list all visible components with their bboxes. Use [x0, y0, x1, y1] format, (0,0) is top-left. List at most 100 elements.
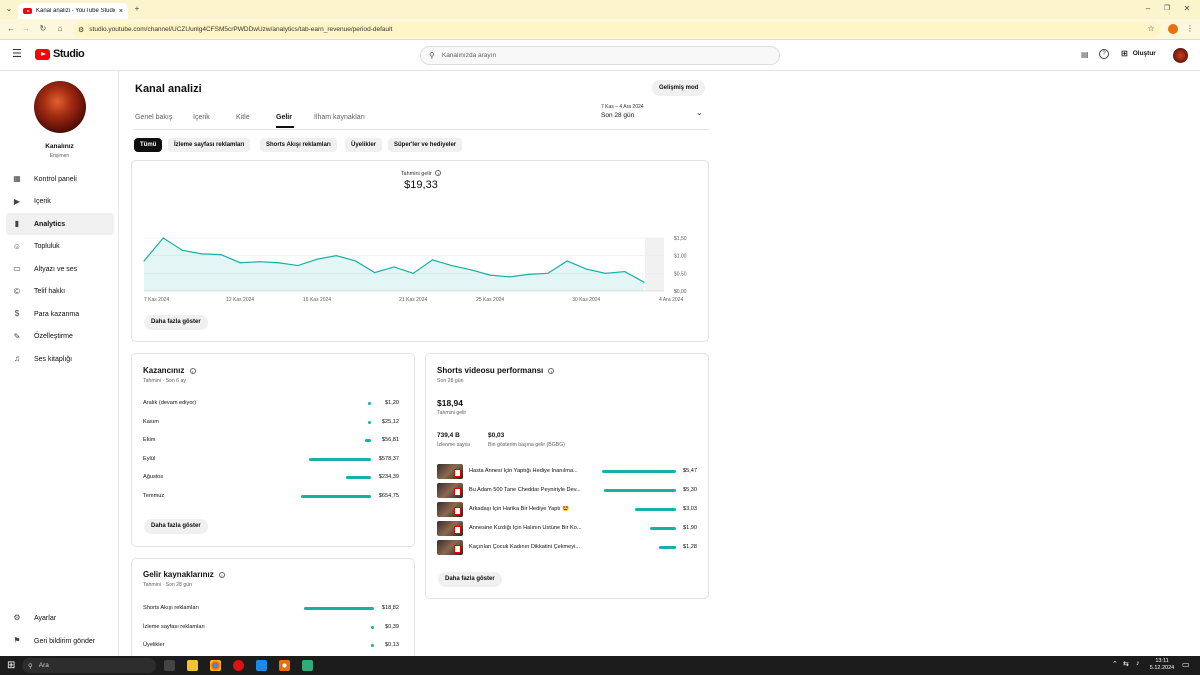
menu-kebab-icon[interactable]: ⋮ [1184, 23, 1196, 35]
filter-chip[interactable]: Shorts Akışı reklamları [260, 138, 337, 152]
shorts-title: Shorts videosu performansı i [437, 366, 555, 375]
show-more-button[interactable]: Daha fazla göster [144, 519, 208, 534]
clock[interactable]: 13:11 5.12.2024 [1148, 658, 1176, 672]
filter-chip[interactable]: İzleme sayfası reklamları [168, 138, 251, 152]
short-title[interactable]: Arkadaşı İçin Harika Bir Hediye Yaptı 🤩 [469, 506, 589, 512]
earnings-row-value: $578,37 [378, 455, 399, 462]
y-tick-label: $1,00 [674, 254, 687, 260]
back-icon[interactable]: ← [5, 23, 17, 35]
chrome-icon[interactable] [210, 660, 221, 671]
data-point [508, 276, 510, 278]
short-title[interactable]: Hasta Annesi İçin Yaptığı Hediye İnanılm… [469, 468, 589, 474]
show-more-button[interactable]: Daha fazla göster [438, 572, 502, 587]
sidebar-item-kontrol-paneli[interactable]: ▦ Kontrol paneli [6, 168, 114, 190]
short-thumbnail[interactable] [437, 540, 463, 555]
sidebar-item-feedback[interactable]: ⚑ Geri bildirim gönder [6, 630, 114, 652]
sidebar-item-label: Ses kitaplığı [34, 355, 73, 363]
sidebar-item-label: Kontrol paneli [34, 175, 77, 183]
sidebar-item-i-erik[interactable]: ▶ İçerik [6, 191, 114, 213]
x-tick-label: 4 Ara 2024 [659, 297, 683, 303]
create-button[interactable]: ⊞ Oluştur [1121, 49, 1156, 58]
youtube-logo-icon [35, 48, 50, 60]
tab-4[interactable]: İlham kaynakları [314, 114, 365, 121]
reload-icon[interactable]: ↻ [37, 23, 49, 35]
messages-icon[interactable]: ▤ [1081, 50, 1089, 59]
sidebar-item--zelle-tirme[interactable]: ✎ Özelleştirme [6, 326, 114, 348]
tab-0[interactable]: Genel bakış [135, 114, 172, 121]
app-icon-blue[interactable] [256, 660, 267, 671]
short-title[interactable]: Annesine Kızdığı İçin Halının Üstüne Bir… [469, 525, 589, 531]
search-input[interactable]: ⚲ Kanalınızda arayın [420, 46, 780, 65]
sidebar-item-altyaz-ve-ses[interactable]: ▭ Altyazı ve ses [6, 258, 114, 280]
site-info-icon[interactable]: ⚙ [78, 26, 84, 34]
period-selector[interactable]: Son 28 gün [601, 112, 634, 119]
restore-icon[interactable]: ❐ [1161, 3, 1173, 15]
chrome-active-icon[interactable] [279, 660, 290, 671]
sidebar-item-analytics[interactable]: ▮ Analytics [6, 213, 114, 235]
info-icon[interactable]: i [548, 367, 555, 374]
short-thumbnail[interactable] [437, 464, 463, 479]
filter-chip[interactable]: Tümü [134, 138, 163, 152]
sidebar-item-topluluk[interactable]: ☺ Topluluk [6, 236, 114, 258]
advanced-mode-button[interactable]: Gelişmiş mod [652, 80, 706, 96]
tray-chevron-icon[interactable]: ⌃ [1112, 660, 1118, 668]
profile-icon[interactable] [1168, 24, 1178, 34]
info-icon[interactable]: i [189, 367, 196, 374]
notifications-icon[interactable]: ▭ [1182, 660, 1190, 669]
filter-chip[interactable]: Üyelikler [345, 138, 383, 152]
tab-search-icon[interactable]: ⌄ [3, 3, 15, 15]
forward-icon[interactable]: → [20, 23, 32, 35]
data-point [604, 272, 607, 274]
app-icon-red[interactable] [233, 660, 244, 671]
search-icon: ⚲ [28, 662, 33, 670]
volume-icon[interactable]: ♪ [1136, 660, 1140, 667]
audio-library-icon: ♫ [14, 354, 20, 363]
windows-start-icon[interactable]: ⊞ [7, 660, 15, 671]
file-explorer-icon[interactable] [187, 660, 198, 671]
create-video-icon: ⊞ [1121, 49, 1128, 58]
short-revenue-value: $1,90 [683, 525, 697, 531]
create-label: Oluştur [1132, 50, 1156, 57]
data-point [547, 272, 549, 274]
close-tab-icon[interactable]: × [119, 8, 123, 15]
taskbar-search[interactable]: ⚲ Ara [22, 658, 156, 673]
short-thumbnail[interactable] [437, 483, 463, 498]
tab-3[interactable]: Gelir [276, 114, 292, 121]
short-revenue-value: $3,03 [683, 506, 697, 512]
hamburger-menu-icon[interactable]: ☰ [12, 49, 22, 60]
network-icon[interactable]: ⇆ [1123, 660, 1129, 668]
address-bar[interactable]: ⚙ studio.youtube.com/channel/UCZUunlg4CF… [72, 22, 1162, 37]
minimize-icon[interactable]: – [1142, 3, 1154, 15]
content-icon: ▶ [13, 196, 21, 206]
sidebar-item-para-kazanma[interactable]: $ Para kazanma [6, 303, 114, 325]
show-more-button[interactable]: Daha fazla göster [144, 315, 208, 330]
close-window-icon[interactable]: ✕ [1181, 3, 1193, 15]
revenue-line-chart[interactable]: $1,50 $1,00 $0,50 $0,00 7 Kas 2024 12 Kas 202… [132, 161, 710, 311]
browser-tab[interactable]: Kanal analizi - YouTube Studio × [18, 3, 128, 19]
short-title[interactable]: Kaçırılan Çocuk Kadının Dikkatini Çekmey… [469, 544, 589, 550]
home-icon[interactable]: ⌂ [54, 23, 66, 35]
short-title[interactable]: Bu Adam 500 Tane Cheddar Peyniriyle Dev.… [469, 487, 589, 493]
sidebar-item-label: Para kazanma [34, 310, 80, 318]
task-view-icon[interactable] [164, 660, 175, 671]
info-icon[interactable]: i [218, 571, 225, 578]
tab-1[interactable]: İçerik [193, 114, 210, 121]
app-icon-green[interactable] [302, 660, 313, 671]
sidebar-item-settings[interactable]: ⚙ Ayarlar [6, 607, 114, 629]
new-tab-icon[interactable]: + [131, 3, 143, 15]
short-thumbnail[interactable] [437, 521, 463, 536]
chevron-down-icon[interactable]: ⌄ [696, 108, 703, 117]
tab-2[interactable]: Kitle [236, 114, 250, 121]
sidebar-item-ses-kitapl-[interactable]: ♫ Ses kitaplığı [6, 348, 114, 370]
help-icon[interactable]: ? [1099, 49, 1109, 59]
channel-avatar[interactable] [34, 81, 86, 133]
shorts-subtitle: Son 28 gün [437, 378, 464, 384]
filter-chip[interactable]: Süper'ler ve hediyeler [388, 138, 463, 152]
bookmark-star-icon[interactable]: ☆ [1145, 23, 1157, 35]
short-thumbnail[interactable] [437, 502, 463, 517]
sidebar-item-telif-hakk-[interactable]: © Telif hakkı [6, 281, 114, 303]
data-point [489, 274, 491, 276]
studio-logo[interactable]: Studio [35, 48, 85, 60]
revenue-chart-card: Tahmini gelir i $19,33 $1,50 $1,00 $0,50 $0… [131, 160, 709, 342]
account-avatar[interactable] [1173, 48, 1188, 63]
